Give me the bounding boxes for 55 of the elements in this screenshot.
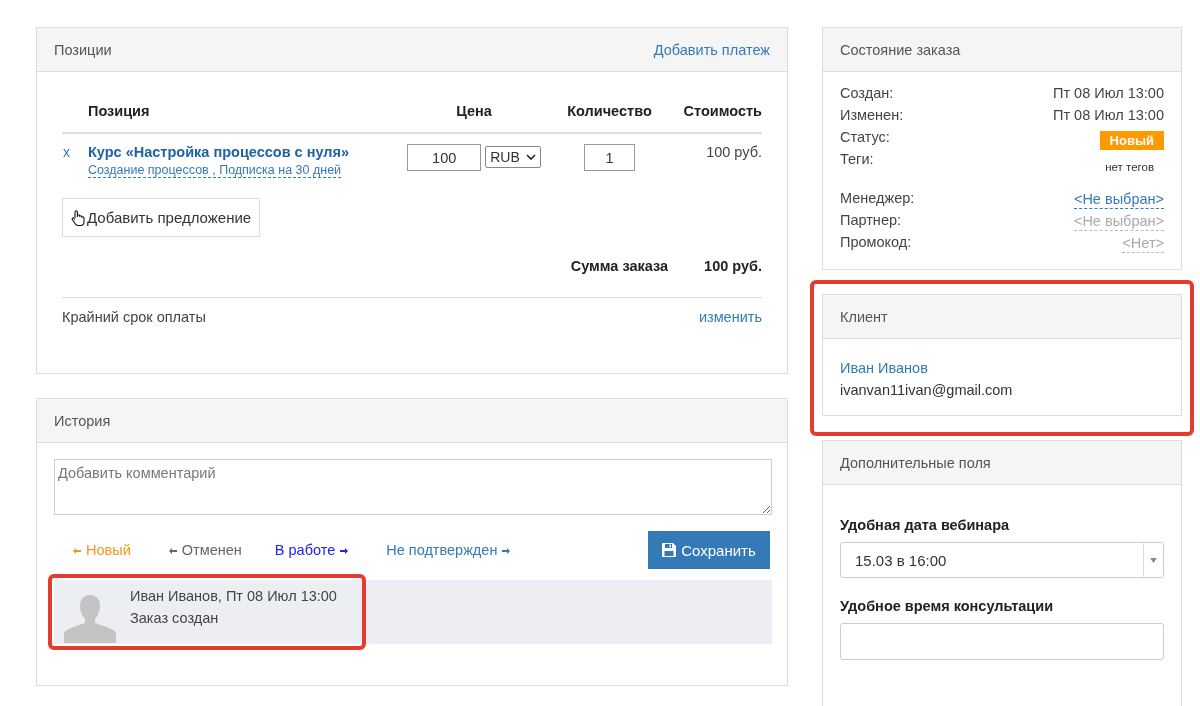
field-label: Теги: <box>840 151 874 167</box>
status-link[interactable]: Отменен <box>163 542 242 558</box>
total-value: 100 руб. <box>704 258 762 276</box>
remove-link[interactable]: x <box>62 144 70 160</box>
field-label: Статус: <box>840 129 890 145</box>
panel-title: История <box>54 412 111 429</box>
right-arrow-icon <box>340 548 349 555</box>
avatar-silhouette-icon <box>64 593 116 643</box>
column-header: Цена <box>455 103 493 119</box>
quantity-field[interactable]: 1 <box>584 144 635 171</box>
tags-note: нет тегов <box>1105 161 1154 173</box>
left-arrow-icon <box>73 548 81 555</box>
change-link[interactable]: изменить <box>698 309 762 325</box>
save-button[interactable]: Сохранить <box>648 531 770 569</box>
entry-header: Иван Иванов, Пт 08 Июл 13:00 <box>130 588 337 604</box>
field-label: Изменен: <box>840 107 904 123</box>
client-email: ivanvan11ivan@gmail.com <box>840 382 1014 398</box>
right-arrow-icon <box>502 548 511 555</box>
entry-text: Заказ создан <box>130 610 220 626</box>
chevron-down-icon <box>525 154 536 160</box>
column-header: Позиция <box>88 103 151 119</box>
field-label: Удобная дата вебинара <box>840 517 1011 533</box>
currency-select[interactable]: RUB <box>485 146 541 168</box>
field-label: Промокод: <box>840 234 912 250</box>
status-link[interactable]: Не подтвержден <box>386 542 516 558</box>
field-label: Создан: <box>840 85 894 101</box>
status-link[interactable]: В работе <box>274 542 354 558</box>
select-link[interactable]: <Не выбран> <box>1073 190 1164 209</box>
client-name-link[interactable]: Иван Иванов <box>840 360 1164 376</box>
comment-field[interactable]: Добавить комментарий <box>54 459 772 515</box>
add-payment-link[interactable]: Добавить платеж <box>653 41 770 58</box>
panel-title: Клиент <box>840 308 888 325</box>
dropdown-arrow-icon <box>1150 557 1157 563</box>
add-offer-button[interactable]: Добавить предложение <box>62 198 261 237</box>
left-arrow-icon <box>168 548 177 555</box>
field-value: Пт 08 Июл 13:00 <box>1053 107 1164 123</box>
date-select[interactable]: 15.03 в 16:00 <box>840 542 1164 578</box>
panel-title: Дополнительные поля <box>840 454 991 471</box>
deadline-label: Крайний срок оплаты <box>62 309 206 325</box>
offers-link[interactable]: Создание процессов , Подписка на 30 дней <box>88 163 342 178</box>
product-link[interactable]: Курс «Настройка процессов с нуля» <box>88 144 350 160</box>
status-badge: Новый <box>1099 131 1164 150</box>
panel-title: Позиции <box>54 41 112 58</box>
field-value: Пт 08 Июл 13:00 <box>1053 85 1164 101</box>
price-field[interactable]: 100 <box>407 144 482 171</box>
total-label: Сумма заказа <box>570 258 669 276</box>
field-label: Менеджер: <box>840 190 915 206</box>
text-field[interactable] <box>840 623 1164 660</box>
column-header: Количество <box>566 103 653 119</box>
pointing-hand-icon <box>71 209 85 226</box>
field-label: Удобное время консультации <box>840 598 1055 614</box>
column-header: Стоимость <box>682 103 762 119</box>
panel-title: Состояние заказа <box>840 41 961 58</box>
field-label: Партнер: <box>840 212 902 228</box>
cost-cell-text: 100 руб. <box>705 144 762 160</box>
